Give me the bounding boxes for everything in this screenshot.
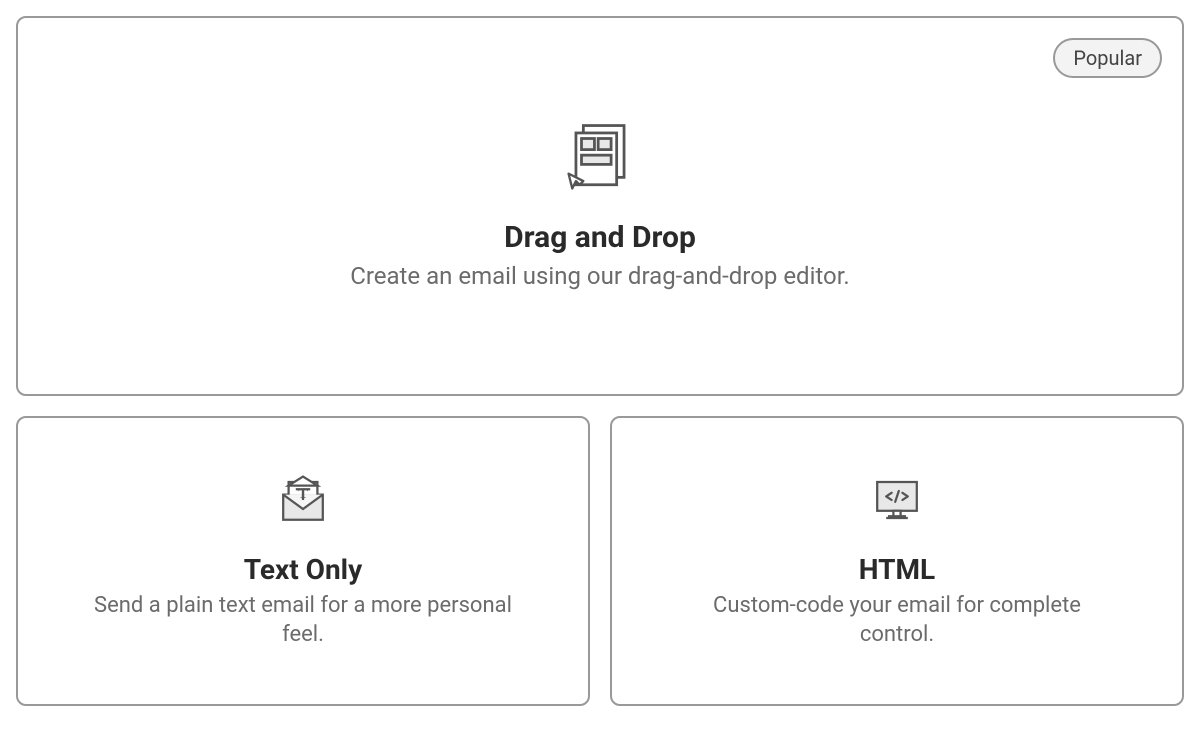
card-description: Send a plain text email for a more perso…	[83, 592, 523, 649]
option-drag-and-drop[interactable]: Popular Drag and Drop Create an email us…	[16, 16, 1184, 396]
card-title: Drag and Drop	[504, 220, 696, 255]
option-html[interactable]: HTML Custom-code your email for complete…	[610, 416, 1184, 706]
drag-and-drop-icon	[563, 120, 637, 194]
card-title: Text Only	[244, 553, 362, 586]
card-title: HTML	[859, 553, 935, 586]
svg-text:T: T	[298, 486, 308, 502]
popular-badge: Popular	[1053, 38, 1162, 78]
card-description: Custom-code your email for complete cont…	[677, 592, 1117, 649]
option-text-only[interactable]: T Text Only Send a plain text email for …	[16, 416, 590, 706]
email-type-selector: Popular Drag and Drop Create an email us…	[16, 16, 1184, 706]
card-description: Create an email using our drag-and-drop …	[350, 261, 850, 292]
html-code-icon	[870, 473, 924, 527]
text-only-icon: T	[276, 473, 330, 527]
